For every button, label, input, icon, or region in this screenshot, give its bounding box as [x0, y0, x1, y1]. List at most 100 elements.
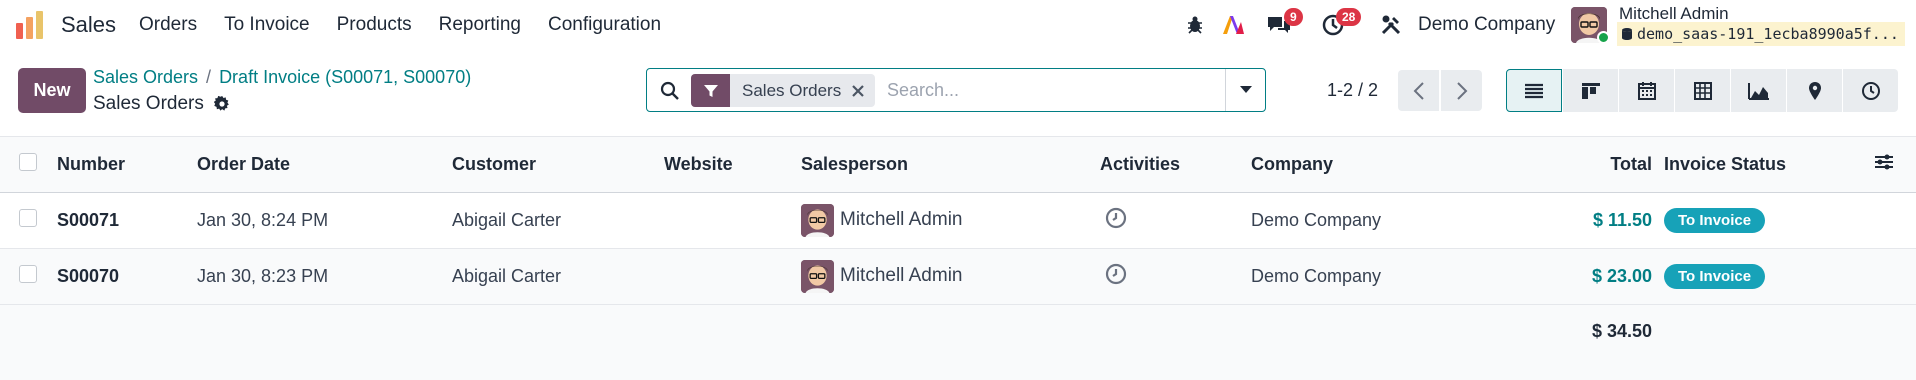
search-input[interactable]	[887, 77, 1187, 103]
order-activities-cell	[1100, 248, 1251, 305]
order-customer: Abigail Carter	[452, 248, 664, 305]
order-total: $ 11.50	[1577, 192, 1664, 249]
search-options-toggle[interactable]	[1225, 69, 1265, 111]
breadcrumb-sales-orders[interactable]: Sales Orders	[93, 67, 198, 87]
chevron-left-icon	[1413, 81, 1424, 100]
order-website	[664, 192, 801, 249]
order-company: Demo Company	[1251, 192, 1577, 249]
order-website	[664, 248, 801, 305]
calendar-icon	[1637, 81, 1656, 100]
menu-products[interactable]: Products	[337, 14, 412, 36]
breadcrumb-draft-invoice[interactable]: Draft Invoice (S00071, S00070)	[219, 67, 471, 87]
page-title-label: Sales Orders	[93, 93, 204, 114]
list-view-button[interactable]	[1506, 69, 1562, 112]
order-company: Demo Company	[1251, 248, 1577, 305]
row-end-cell	[1874, 192, 1916, 249]
control-panel: New Sales Orders / Draft Invoice (S00071, …	[0, 52, 1916, 137]
messages-icon[interactable]: 9	[1262, 8, 1303, 40]
order-date: Jan 30, 8:24 PM	[197, 192, 452, 249]
map-view-button[interactable]	[1786, 69, 1842, 112]
activities-icon[interactable]: 28	[1316, 8, 1362, 40]
row-end-cell	[1874, 248, 1916, 305]
column-number[interactable]: Number	[57, 137, 197, 193]
ai-icon[interactable]	[1220, 10, 1246, 40]
footer-spacer	[0, 304, 1577, 358]
table-footer-row: $ 34.50	[0, 304, 1916, 358]
activity-clock-icon[interactable]	[1105, 263, 1127, 285]
settings-tools-icon[interactable]	[1378, 10, 1404, 40]
caret-down-icon	[1239, 86, 1252, 93]
graph-view-button[interactable]	[1730, 69, 1786, 112]
pivot-table-icon	[1693, 81, 1712, 100]
user-name[interactable]: Mitchell Admin	[1619, 4, 1729, 24]
order-date: Jan 30, 8:23 PM	[197, 248, 452, 305]
database-label: demo_saas-191_1ecba8990a5f...	[1637, 25, 1899, 43]
column-website[interactable]: Website	[664, 137, 801, 193]
menu-orders[interactable]: Orders	[139, 14, 197, 36]
row-checkbox[interactable]	[19, 264, 37, 283]
page-title: Sales Orders	[93, 93, 230, 115]
messages-badge: 9	[1284, 8, 1303, 26]
optional-columns-toggle[interactable]	[1874, 137, 1916, 193]
pager-next-button[interactable]	[1441, 70, 1482, 111]
status-badge: To Invoice	[1664, 263, 1766, 289]
table-header-row: Number Order Date Customer Website Sales…	[0, 137, 1916, 193]
menu-reporting[interactable]: Reporting	[439, 14, 521, 36]
search-bar: Sales Orders	[646, 68, 1266, 112]
database-icon	[1622, 28, 1632, 40]
database-name[interactable]: demo_saas-191_1ecba8990a5f...	[1617, 22, 1905, 46]
calendar-view-button[interactable]	[1618, 69, 1674, 112]
main-menu: Orders To Invoice Products Reporting Con…	[139, 14, 688, 36]
order-total: $ 23.00	[1577, 248, 1664, 305]
debug-icon[interactable]	[1182, 10, 1208, 40]
order-status-cell: To Invoice	[1664, 192, 1874, 249]
view-switcher	[1506, 69, 1898, 112]
column-total[interactable]: Total	[1577, 137, 1664, 193]
table-row[interactable]: S00071 Jan 30, 8:24 PM Abigail Carter Mi…	[0, 192, 1916, 249]
activity-view-button[interactable]	[1842, 69, 1898, 112]
row-select-cell	[0, 192, 57, 249]
select-all-checkbox[interactable]	[19, 152, 37, 171]
pager-previous-button[interactable]	[1398, 70, 1439, 111]
facet-label: Sales Orders	[742, 80, 842, 100]
pivot-view-button[interactable]	[1674, 69, 1730, 112]
app-name[interactable]: Sales	[61, 12, 116, 38]
gear-icon[interactable]	[213, 96, 230, 112]
kanban-view-button[interactable]	[1562, 69, 1618, 112]
sales-order-list: Number Order Date Customer Website Sales…	[0, 137, 1916, 358]
column-customer[interactable]: Customer	[452, 137, 664, 193]
salesperson-name: Mitchell Admin	[840, 265, 963, 286]
list-icon	[1525, 83, 1543, 98]
column-activities[interactable]: Activities	[1100, 137, 1251, 193]
close-icon[interactable]	[851, 74, 875, 107]
sliders-icon	[1875, 154, 1893, 170]
breadcrumb: Sales Orders / Draft Invoice (S00071, S000…	[93, 67, 472, 87]
column-salesperson[interactable]: Salesperson	[801, 137, 1100, 193]
chevron-right-icon	[1456, 81, 1467, 100]
area-chart-icon	[1747, 82, 1769, 100]
column-company[interactable]: Company	[1251, 137, 1577, 193]
search-icon[interactable]	[660, 81, 680, 101]
row-select-cell	[0, 248, 57, 305]
table-row[interactable]: S00070 Jan 30, 8:23 PM Abigail Carter Mi…	[0, 248, 1916, 305]
order-number: S00070	[57, 248, 197, 305]
order-status-cell: To Invoice	[1664, 248, 1874, 305]
activity-clock-icon[interactable]	[1105, 207, 1127, 229]
avatar[interactable]	[801, 203, 834, 237]
avatar[interactable]	[801, 259, 834, 293]
sales-app-icon[interactable]	[14, 9, 46, 41]
salesperson-name: Mitchell Admin	[840, 209, 963, 230]
column-order-date[interactable]: Order Date	[197, 137, 452, 193]
clock-icon	[1861, 81, 1880, 100]
menu-configuration[interactable]: Configuration	[548, 14, 661, 36]
online-status-dot	[1597, 31, 1610, 44]
menu-to-invoice[interactable]: To Invoice	[224, 14, 310, 36]
row-checkbox[interactable]	[19, 208, 37, 227]
order-number: S00071	[57, 192, 197, 249]
column-invoice-status[interactable]: Invoice Status	[1664, 137, 1874, 193]
new-button[interactable]: New	[18, 68, 86, 113]
pager-value[interactable]: 1-2 / 2	[1327, 80, 1378, 101]
order-activities-cell	[1100, 192, 1251, 249]
company-switcher[interactable]: Demo Company	[1418, 14, 1555, 36]
search-facet: Sales Orders	[691, 74, 876, 107]
